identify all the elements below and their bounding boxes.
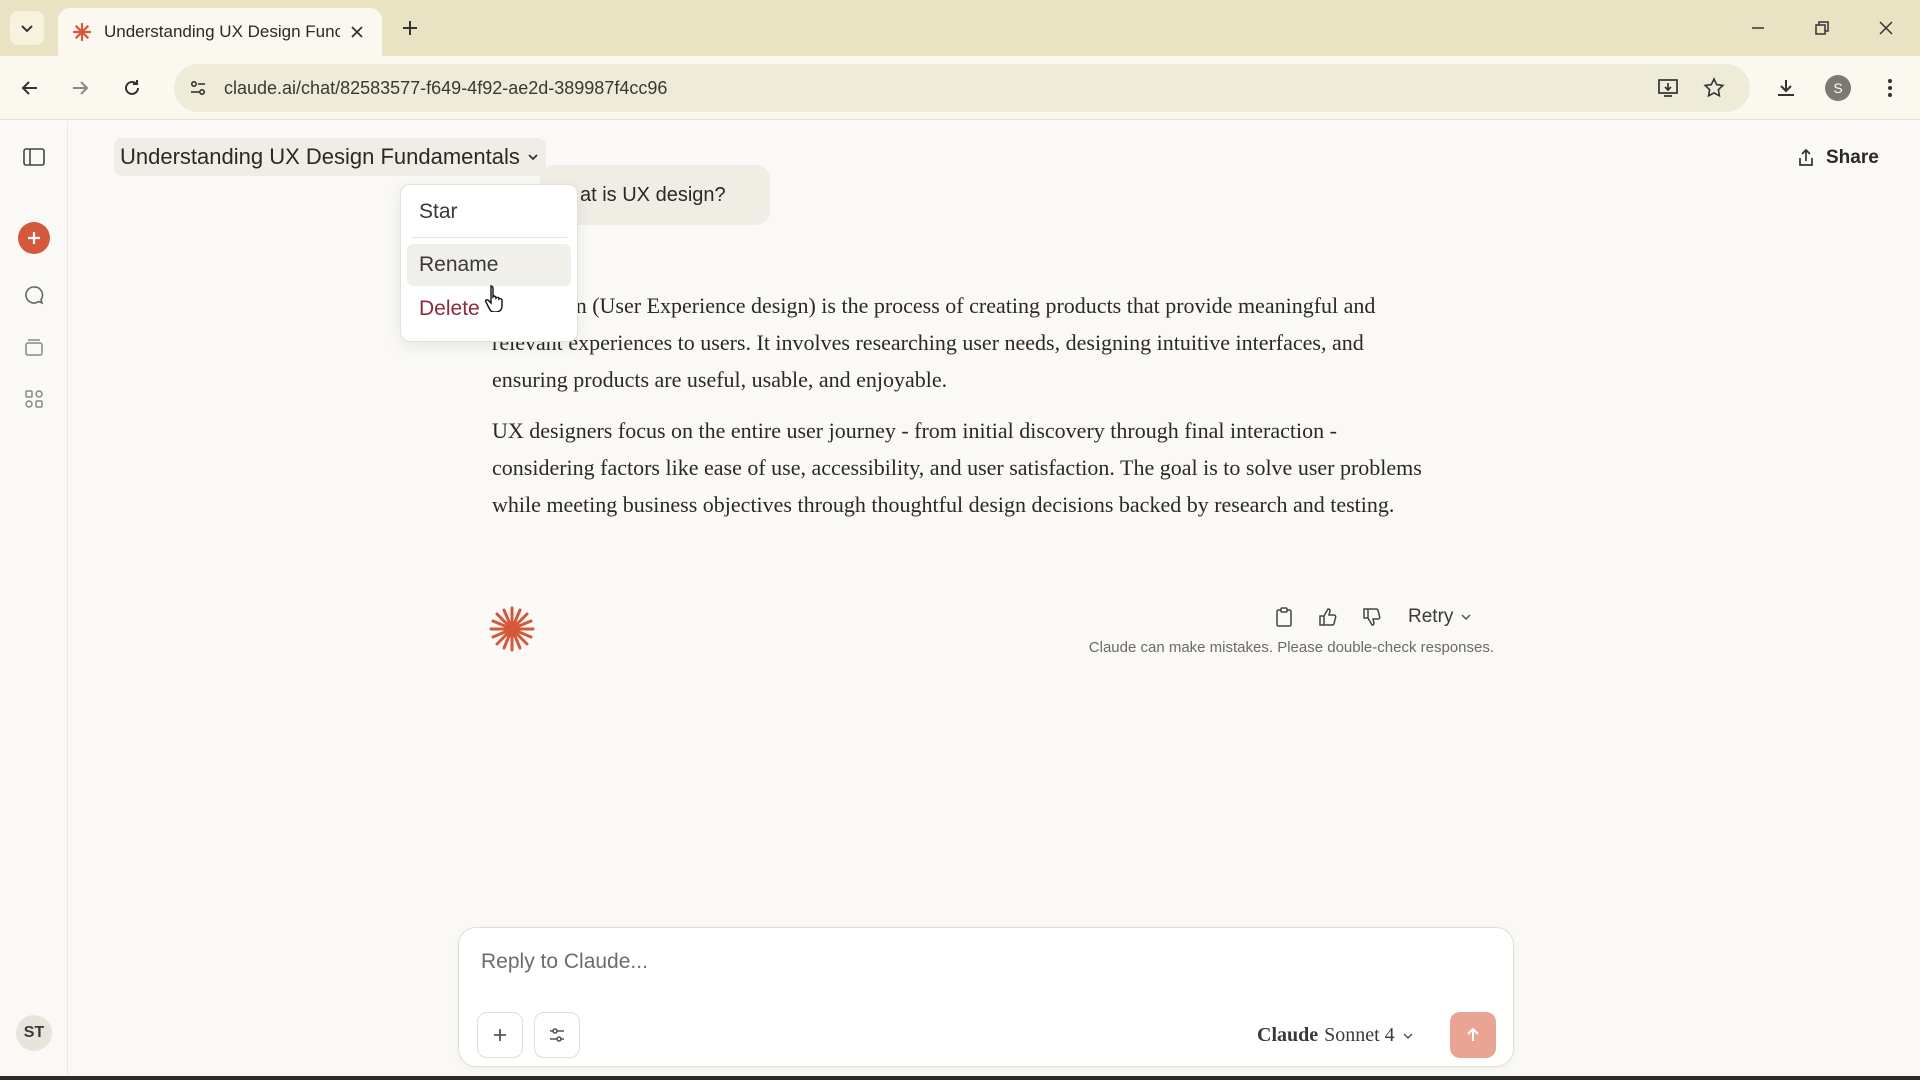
downloads-button[interactable] (1768, 70, 1804, 106)
reply-input[interactable] (481, 950, 1381, 974)
response-actions: Retry (1266, 599, 1473, 635)
model-selector[interactable]: Claude Sonnet 4 (1257, 1024, 1415, 1047)
thumbs-down-button[interactable] (1354, 599, 1390, 635)
model-brand: Claude (1257, 1024, 1319, 1046)
reload-icon (125, 80, 139, 95)
thumbs-up-button[interactable] (1310, 599, 1346, 635)
tools-button[interactable] (534, 1012, 580, 1058)
chat-title-dropdown[interactable]: Understanding UX Design Fundamentals (114, 138, 546, 176)
taskbar-edge (0, 1076, 1920, 1080)
install-app-icon[interactable] (1650, 70, 1686, 106)
reply-composer: Claude Sonnet 4 (458, 927, 1514, 1067)
menu-divider (411, 237, 567, 238)
chevron-down-icon (21, 25, 33, 33)
sidebar-toggle-icon (23, 148, 45, 166)
back-button[interactable] (12, 70, 48, 106)
chevron-down-icon (1403, 1032, 1413, 1039)
address-bar[interactable]: claude.ai/chat/82583577-f649-4f92-ae2d-3… (174, 64, 1750, 112)
tab-title: Understanding UX Design Func (104, 22, 340, 41)
artifacts-icon (25, 390, 43, 408)
user-message-text: at is UX design? (580, 183, 726, 206)
share-icon (1796, 148, 1816, 168)
browser-tab-active[interactable]: Understanding UX Design Func (58, 8, 382, 56)
reload-button[interactable] (114, 70, 150, 106)
url-text: claude.ai/chat/82583577-f649-4f92-ae2d-3… (224, 77, 668, 98)
close-icon (1879, 21, 1893, 35)
profile-avatar: S (1825, 75, 1851, 101)
more-vertical-icon (1888, 79, 1892, 97)
claude-logo-icon (488, 605, 536, 653)
chat-bubble-icon (25, 286, 44, 305)
arrow-up-icon (1467, 1027, 1479, 1041)
copy-button[interactable] (1266, 599, 1302, 635)
sidebar-toggle-button[interactable] (14, 137, 54, 177)
hand-pointer-icon (484, 284, 506, 317)
assistant-response: UX design (User Experience design) is th… (492, 287, 1442, 537)
new-chat-button[interactable] (14, 218, 54, 258)
minimize-button[interactable] (1740, 12, 1776, 44)
browser-toolbar: claude.ai/chat/82583577-f649-4f92-ae2d-3… (0, 56, 1920, 120)
arrow-right-icon (73, 81, 89, 95)
menu-item-rename[interactable]: Rename (407, 244, 571, 286)
model-name: Sonnet 4 (1324, 1024, 1395, 1046)
forward-button[interactable] (62, 70, 98, 106)
new-tab-button[interactable] (396, 14, 424, 42)
bookmark-star-icon[interactable] (1696, 70, 1732, 106)
plus-icon (18, 222, 50, 254)
retry-label: Retry (1408, 606, 1454, 627)
thumbs-down-icon (1363, 608, 1381, 626)
close-tab-icon[interactable] (346, 21, 368, 43)
claude-favicon-icon (72, 22, 92, 42)
share-label: Share (1826, 147, 1879, 168)
retry-button[interactable]: Retry (1408, 606, 1473, 628)
attach-button[interactable] (477, 1012, 523, 1058)
profile-button[interactable]: S (1820, 70, 1856, 106)
chats-button[interactable] (14, 275, 54, 315)
restore-button[interactable] (1804, 12, 1840, 44)
restore-icon (1815, 21, 1829, 35)
projects-icon (25, 339, 43, 356)
user-avatar[interactable]: ST (16, 1015, 52, 1051)
plus-icon (494, 1029, 506, 1041)
plus-icon (403, 21, 417, 35)
thumbs-up-icon (1319, 608, 1337, 626)
browser-menu-button[interactable] (1872, 70, 1908, 106)
clipboard-icon (1276, 607, 1292, 627)
minimize-icon (1752, 27, 1764, 29)
artifacts-button[interactable] (14, 379, 54, 419)
tab-search-button[interactable] (10, 11, 44, 45)
chat-title: Understanding UX Design Fundamentals (120, 144, 520, 169)
projects-button[interactable] (14, 327, 54, 367)
arrow-left-icon (21, 81, 37, 95)
response-paragraph: UX designers focus on the entire user jo… (492, 418, 1422, 517)
sidebar: ST (0, 121, 68, 1080)
disclaimer: Claude can make mistakes. Please double-… (1088, 639, 1494, 656)
response-paragraph: UX design (User Experience design) is th… (492, 293, 1376, 392)
chevron-down-icon (1461, 614, 1471, 621)
download-icon (1778, 80, 1794, 96)
chevron-down-icon (526, 150, 540, 164)
browser-tabbar: Understanding UX Design Func (0, 0, 1920, 56)
send-button[interactable] (1450, 1012, 1496, 1058)
sliders-icon (550, 1028, 564, 1042)
chat-options-menu: Star Rename Delete (400, 184, 578, 342)
share-button[interactable]: Share (1796, 141, 1879, 175)
menu-item-star[interactable]: Star (407, 191, 571, 233)
site-settings-icon[interactable] (180, 70, 216, 106)
close-window-button[interactable] (1868, 12, 1904, 44)
claude-app: ST Understanding UX Design Fundamentals … (0, 121, 1920, 1080)
